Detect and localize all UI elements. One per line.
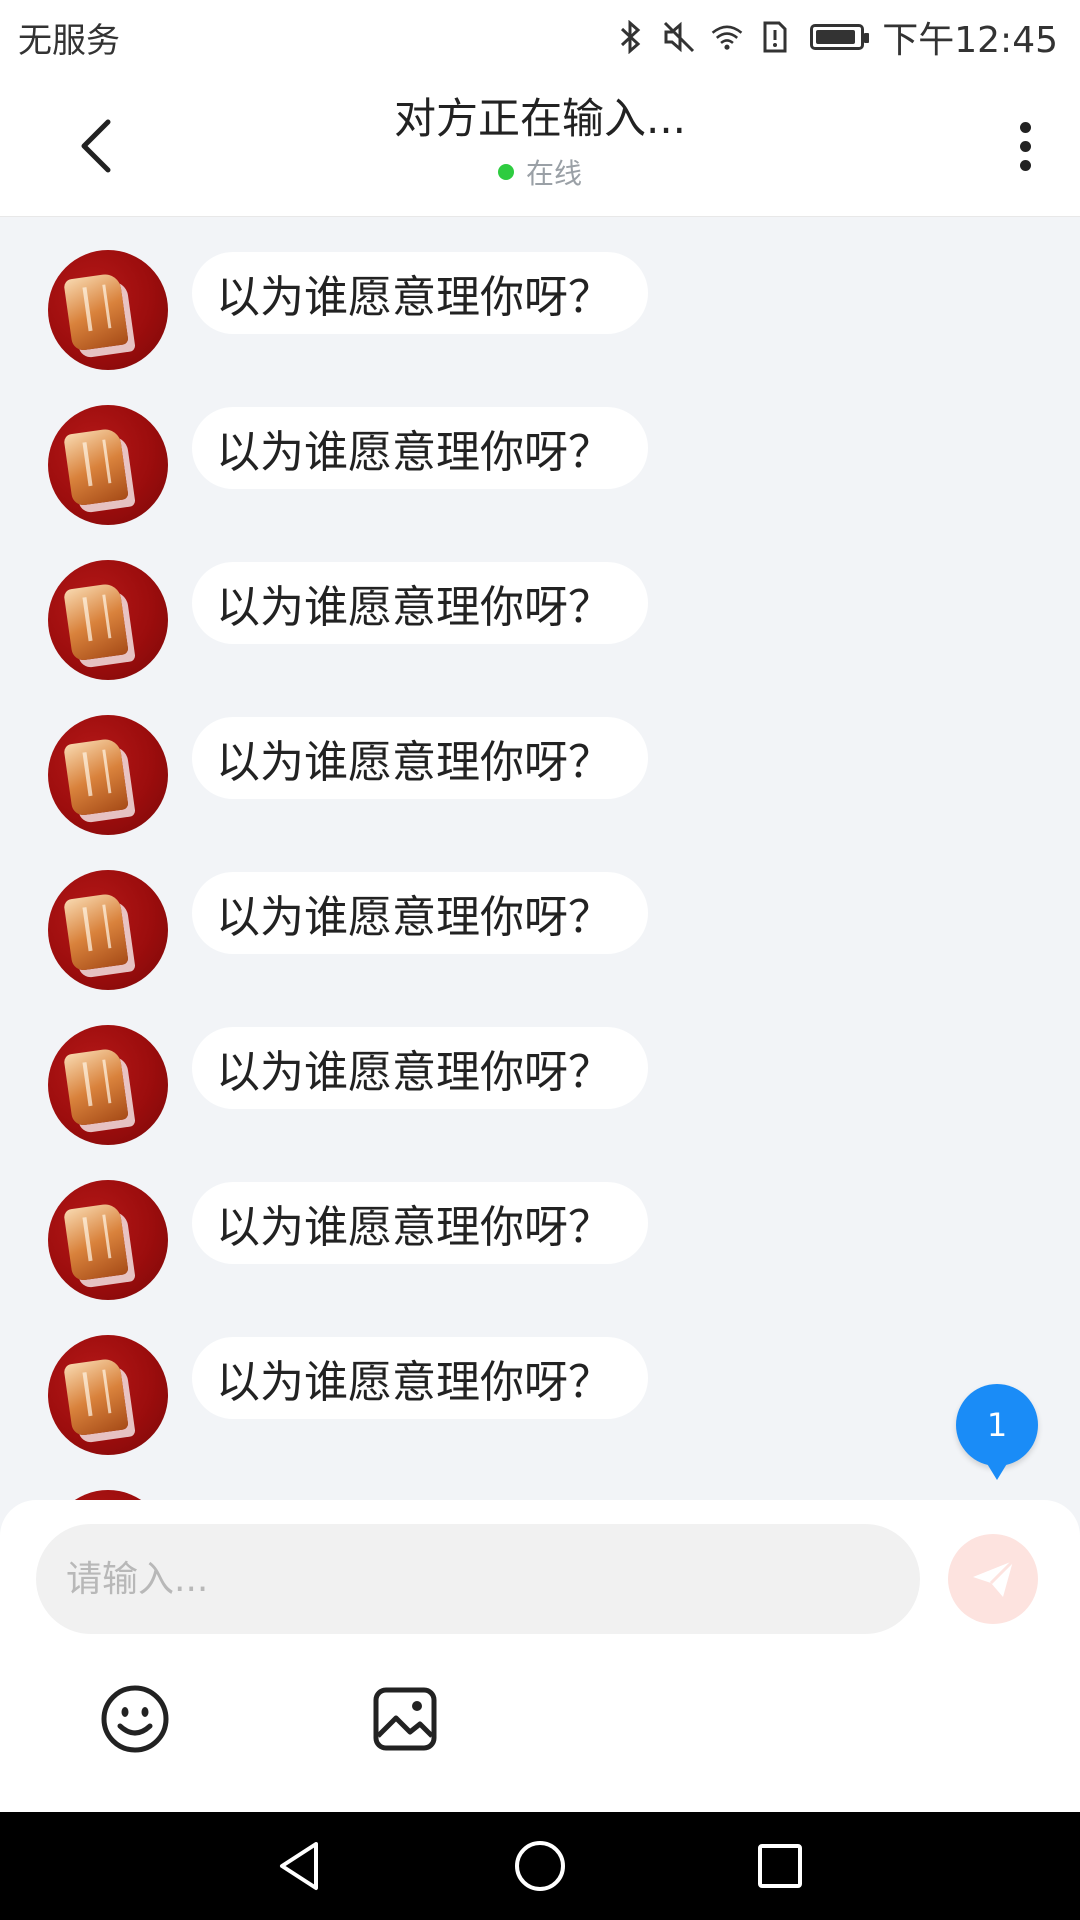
message-row: 以为谁愿意理你呀？ (48, 405, 648, 525)
more-options-button[interactable] (1000, 114, 1050, 178)
nav-back-button[interactable] (272, 1838, 328, 1894)
presence-label: 在线 (525, 157, 582, 190)
message-row: 以为谁愿意理你呀？ (48, 1335, 648, 1455)
send-button[interactable] (948, 1534, 1038, 1624)
emoji-icon (101, 1685, 169, 1753)
carrier-label: 无服务 (18, 20, 120, 61)
message-bubble[interactable]: 以为谁愿意理你呀？ (192, 252, 648, 334)
recents-square-icon (758, 1844, 802, 1888)
unread-count-badge[interactable]: 1 (956, 1384, 1038, 1480)
clock: 下午12:45 (882, 20, 1058, 61)
title-block: 对方正在输入... 在线 (0, 92, 1080, 192)
more-dot-icon (1019, 121, 1031, 133)
bluetooth-icon (614, 20, 648, 54)
wifi-icon (710, 20, 744, 54)
message-bubble[interactable]: 以为谁愿意理你呀？ (192, 1337, 648, 1419)
nav-recents-button[interactable] (752, 1838, 808, 1894)
page-title: 对方正在输入... (393, 94, 687, 143)
sim-alert-icon (758, 20, 792, 54)
message-bubble[interactable]: 以为谁愿意理你呀？ (192, 407, 648, 489)
avatar[interactable] (48, 1335, 168, 1455)
avatar[interactable] (48, 560, 168, 680)
avatar[interactable] (48, 1025, 168, 1145)
mute-icon (662, 20, 696, 54)
message-row: 以为谁愿意理你呀？ (48, 1180, 648, 1300)
system-nav-bar (0, 1812, 1080, 1920)
emoji-button[interactable] (100, 1684, 170, 1754)
battery-icon (806, 20, 870, 54)
message-bubble[interactable]: 以为谁愿意理你呀？ (192, 872, 648, 954)
message-row-partial (48, 1490, 168, 1500)
more-dot-icon (1019, 140, 1031, 152)
status-icons: 下午12:45 (614, 11, 1058, 63)
message-input[interactable] (36, 1524, 920, 1634)
message-row: 以为谁愿意理你呀？ (48, 870, 648, 990)
image-button[interactable] (372, 1686, 438, 1752)
avatar[interactable] (48, 1180, 168, 1300)
message-bubble[interactable]: 以为谁愿意理你呀？ (192, 1182, 648, 1264)
presence-status: 在线 (0, 152, 1080, 192)
nav-home-button[interactable] (512, 1838, 568, 1894)
message-row: 以为谁愿意理你呀？ (48, 715, 648, 835)
online-dot-icon (497, 164, 514, 180)
message-row: 以为谁愿意理你呀？ (48, 250, 648, 370)
home-circle-icon (515, 1841, 565, 1891)
message-row: 以为谁愿意理你呀？ (48, 560, 648, 680)
avatar[interactable] (48, 1490, 168, 1500)
message-bubble[interactable]: 以为谁愿意理你呀？ (192, 1027, 648, 1109)
message-bubble[interactable]: 以为谁愿意理你呀？ (192, 562, 648, 644)
avatar[interactable] (48, 250, 168, 370)
more-dot-icon (1019, 159, 1031, 171)
chat-header: 对方正在输入... 在线 (0, 74, 1080, 217)
message-list[interactable]: 以为谁愿意理你呀？ 以为谁愿意理你呀？ 以为谁愿意理你呀？ 以为谁愿意理你呀？ … (0, 216, 1080, 1500)
avatar[interactable] (48, 870, 168, 990)
composer-panel (0, 1500, 1080, 1812)
avatar[interactable] (48, 405, 168, 525)
send-icon (973, 1559, 1015, 1597)
status-bar: 无服务 下午12:45 (0, 0, 1080, 74)
message-bubble[interactable]: 以为谁愿意理你呀？ (192, 717, 648, 799)
back-triangle-icon (280, 1842, 318, 1890)
message-row: 以为谁愿意理你呀？ (48, 1025, 648, 1145)
avatar[interactable] (48, 715, 168, 835)
image-icon (373, 1687, 437, 1751)
